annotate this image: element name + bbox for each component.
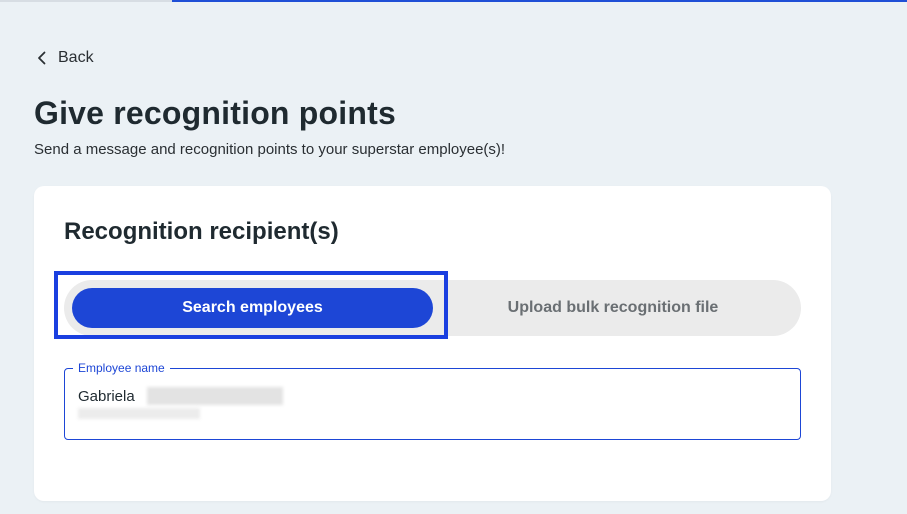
chevron-left-icon	[38, 51, 46, 65]
employee-name-value: Gabriela	[78, 388, 135, 405]
employee-name-label: Employee name	[73, 361, 170, 375]
top-progress-bar-track	[0, 0, 172, 2]
redacted-last-name	[147, 387, 283, 405]
focus-ring	[54, 271, 448, 339]
employee-name-field[interactable]: Employee name Gabriela	[64, 361, 801, 440]
recognition-recipients-card: Recognition recipient(s) Search employee…	[34, 186, 831, 501]
page-title: Give recognition points	[34, 95, 396, 131]
page-subtitle: Send a message and recognition points to…	[34, 141, 506, 158]
recipients-section-title: Recognition recipient(s)	[64, 218, 339, 245]
back-label: Back	[58, 49, 94, 66]
back-button[interactable]: Back	[34, 49, 94, 67]
tab-upload-bulk-file[interactable]: Upload bulk recognition file	[434, 288, 792, 328]
redacted-employee-detail	[78, 408, 200, 419]
